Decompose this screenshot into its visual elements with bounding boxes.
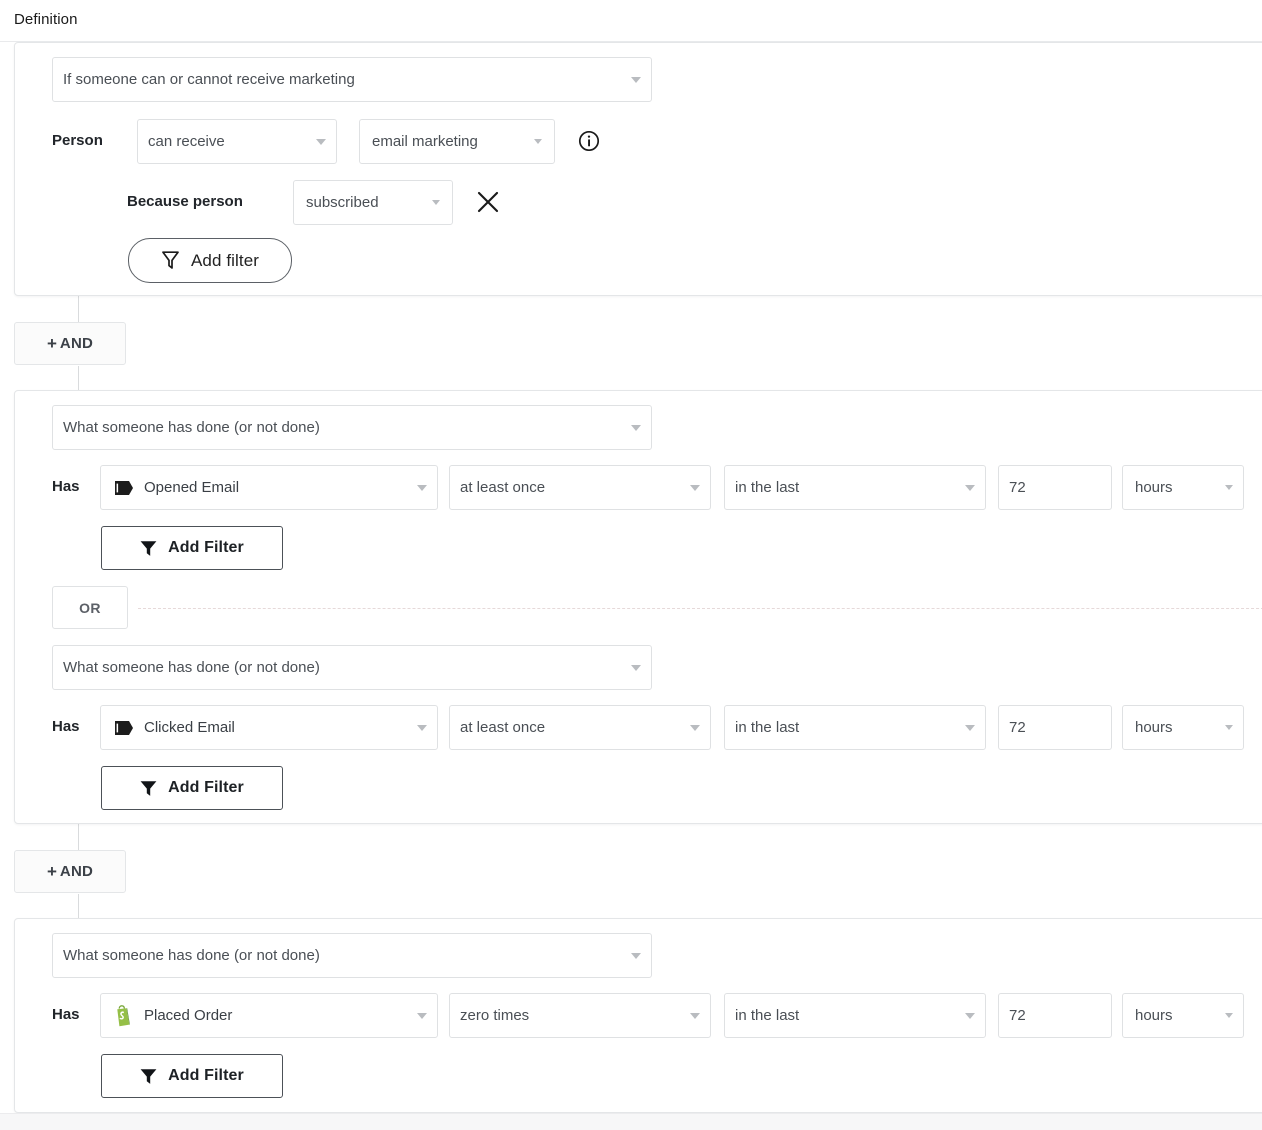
condition-card-behavior-2: What someone has done (or not done) Has …	[14, 918, 1262, 1113]
condition-card-behavior-1: What someone has done (or not done) Has …	[14, 390, 1262, 824]
unit-select-placed-order[interactable]: hours	[1122, 993, 1244, 1038]
metric-select-opened-email[interactable]: Opened Email	[100, 465, 438, 510]
unit-select-clicked-email[interactable]: hours	[1122, 705, 1244, 750]
chevron-down-icon	[965, 484, 975, 491]
and-connector-button-1[interactable]: + AND	[14, 322, 126, 365]
chevron-down-icon	[965, 1012, 975, 1019]
funnel-outline-icon	[161, 250, 180, 271]
add-filter-label: Add Filter	[168, 779, 244, 796]
or-divider-button[interactable]: OR	[52, 586, 128, 629]
page-title: Definition	[14, 11, 78, 28]
and-label: AND	[59, 335, 94, 352]
metric-select-placed-order[interactable]: Placed Order	[100, 993, 438, 1038]
condition-type-select-behavior-2[interactable]: What someone has done (or not done)	[52, 933, 652, 978]
add-filter-button-clicked-email[interactable]: Add Filter	[101, 766, 283, 810]
chevron-down-icon	[631, 76, 641, 83]
chevron-down-icon	[631, 952, 641, 959]
timeframe-select-placed-order[interactable]: in the last	[724, 993, 986, 1038]
timeframe-select-opened-email[interactable]: in the last	[724, 465, 986, 510]
condition-card-marketing: If someone can or cannot receive marketi…	[14, 42, 1262, 296]
unit-select-opened-email[interactable]: hours	[1122, 465, 1244, 510]
shopify-icon	[113, 1004, 135, 1027]
add-filter-label: Add filter	[190, 250, 260, 270]
timeframe-select-clicked-email[interactable]: in the last	[724, 705, 986, 750]
chevron-down-icon	[631, 664, 641, 671]
chevron-down-icon	[1225, 1013, 1233, 1018]
chevron-down-icon	[690, 484, 700, 491]
add-filter-label: Add Filter	[168, 1067, 244, 1084]
chevron-down-icon	[432, 200, 440, 205]
amount-input-clicked-email[interactable]: 72	[998, 705, 1112, 750]
connector-rail-top-2	[78, 824, 79, 850]
chevron-down-icon	[534, 139, 542, 144]
info-circle-icon[interactable]	[578, 130, 600, 152]
add-filter-button-placed-order[interactable]: Add Filter	[101, 1054, 283, 1098]
person-label: Person	[52, 132, 103, 149]
plus-icon: +	[46, 861, 57, 881]
add-filter-button-marketing[interactable]: Add filter	[128, 238, 292, 283]
metric-select-clicked-email[interactable]: Clicked Email	[100, 705, 438, 750]
segment-definition-builder: Definition If someone can or cannot rece…	[0, 0, 1262, 1130]
and-connector-button-2[interactable]: + AND	[14, 850, 126, 893]
frequency-select-placed-order[interactable]: zero times	[449, 993, 711, 1038]
frequency-select-clicked-email[interactable]: at least once	[449, 705, 711, 750]
chevron-down-icon	[417, 724, 427, 731]
plus-icon: +	[46, 333, 57, 353]
condition-type-select-behavior-1[interactable]: What someone has done (or not done)	[52, 405, 652, 450]
chevron-down-icon	[631, 424, 641, 431]
chevron-down-icon	[690, 724, 700, 731]
channel-select[interactable]: email marketing	[359, 119, 555, 164]
funnel-solid-icon	[140, 1068, 157, 1085]
connector-rail-top-1	[78, 296, 79, 322]
or-label: OR	[79, 599, 101, 616]
close-icon[interactable]	[475, 189, 501, 215]
connector-rail-bottom-1	[78, 366, 79, 390]
amount-input-opened-email[interactable]: 72	[998, 465, 1112, 510]
amount-input-placed-order[interactable]: 72	[998, 993, 1112, 1038]
funnel-solid-icon	[140, 780, 157, 797]
page-bottom-strip	[0, 1113, 1262, 1130]
chevron-down-icon	[1225, 725, 1233, 730]
connector-rail-bottom-2	[78, 894, 79, 918]
condition-type-select-behavior-1-or[interactable]: What someone has done (or not done)	[52, 645, 652, 690]
has-label-3: Has	[52, 1006, 80, 1023]
because-person-label: Because person	[127, 193, 243, 210]
has-label-2: Has	[52, 718, 80, 735]
reason-select[interactable]: subscribed	[293, 180, 453, 225]
chevron-down-icon	[316, 138, 326, 145]
condition-type-select-marketing[interactable]: If someone can or cannot receive marketi…	[52, 57, 652, 102]
klaviyo-metric-icon	[113, 477, 135, 499]
chevron-down-icon	[417, 1012, 427, 1019]
and-label: AND	[59, 863, 94, 880]
receive-select[interactable]: can receive	[137, 119, 337, 164]
chevron-down-icon	[417, 484, 427, 491]
or-divider-rule	[138, 608, 1262, 609]
add-filter-label: Add Filter	[168, 539, 244, 556]
chevron-down-icon	[965, 724, 975, 731]
has-label-1: Has	[52, 478, 80, 495]
frequency-select-opened-email[interactable]: at least once	[449, 465, 711, 510]
chevron-down-icon	[690, 1012, 700, 1019]
klaviyo-metric-icon	[113, 717, 135, 739]
add-filter-button-opened-email[interactable]: Add Filter	[101, 526, 283, 570]
chevron-down-icon	[1225, 485, 1233, 490]
funnel-solid-icon	[140, 540, 157, 557]
